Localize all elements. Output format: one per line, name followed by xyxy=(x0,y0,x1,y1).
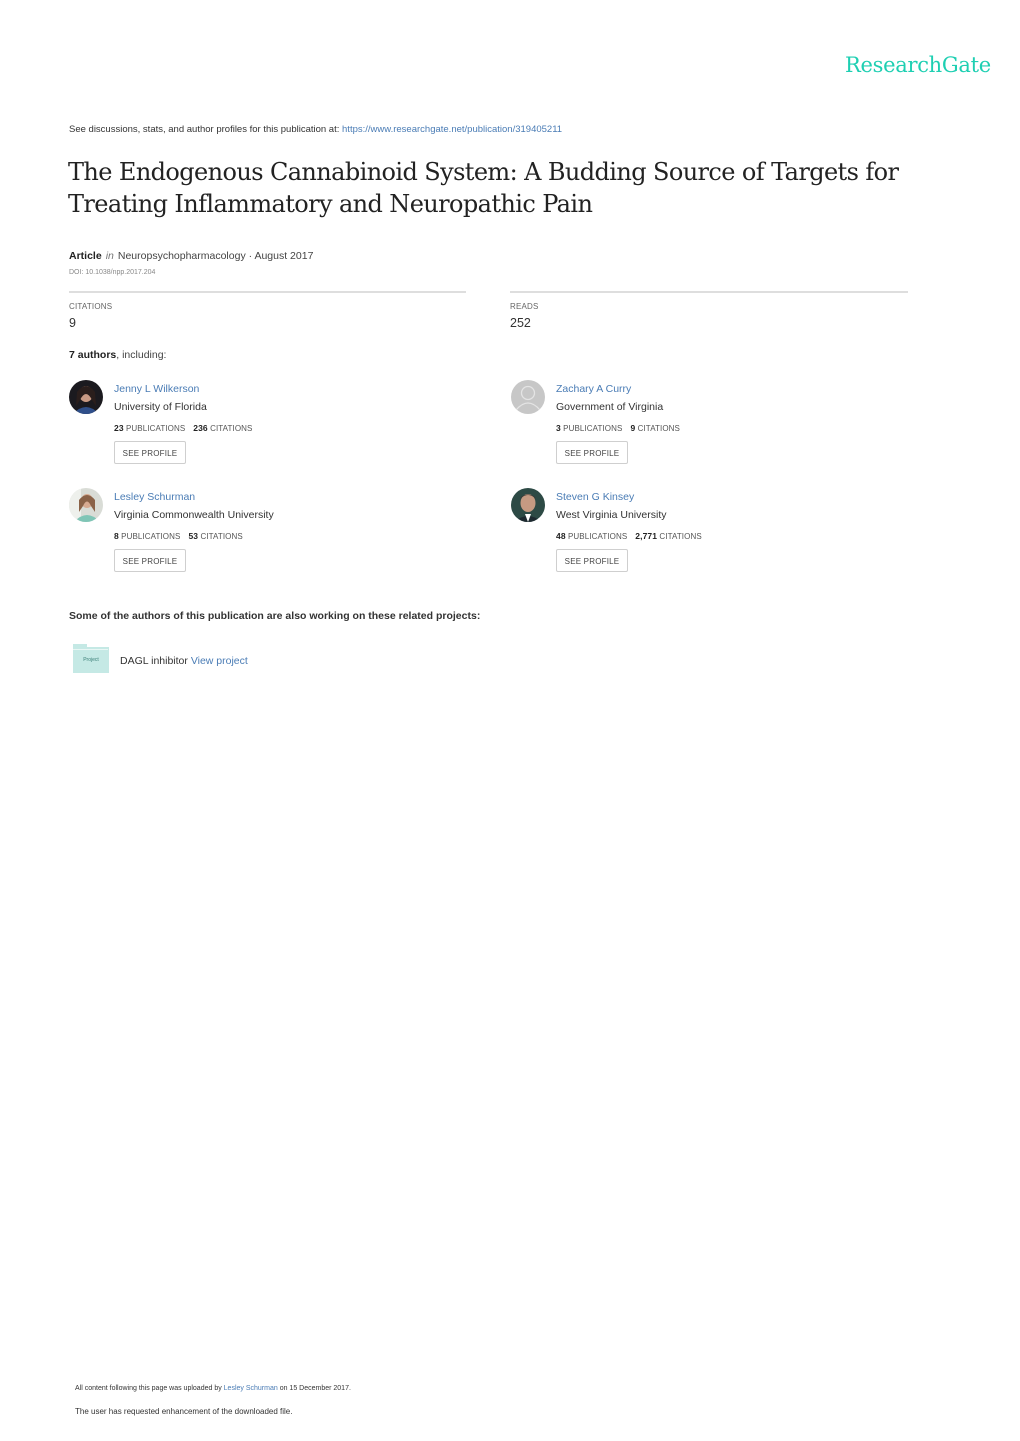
researchgate-logo[interactable]: ResearchGate xyxy=(845,53,991,77)
publication-meta: Article in Neuropsychopharmacology · Augus… xyxy=(69,250,313,262)
project-item: DAGL inhibitor View project xyxy=(120,655,248,667)
citations-value: 9 xyxy=(69,316,76,330)
reads-label: READS xyxy=(510,302,539,311)
publications-label: PUBLICATIONS xyxy=(125,424,186,433)
discussion-text: See discussions, stats, and author profi… xyxy=(69,124,343,135)
author-stats: 23 PUBLICATIONS 236 CITATIONS xyxy=(114,423,252,433)
publications-count: 48 xyxy=(556,531,566,541)
author-name-link[interactable]: Steven G Kinsey xyxy=(556,491,634,503)
citations-label: CITATIONS xyxy=(69,302,113,311)
authors-heading: 7 authors, including: xyxy=(69,349,166,361)
authors-count: 7 authors xyxy=(69,349,117,361)
author-name-link[interactable]: Lesley Schurman xyxy=(114,491,195,503)
see-profile-button[interactable]: SEE PROFILE xyxy=(556,549,628,572)
in-label: in xyxy=(105,250,114,262)
author-card: Steven G Kinsey West Virginia University… xyxy=(511,488,911,588)
citations-count: 9 xyxy=(630,423,636,433)
publications-count: 8 xyxy=(114,531,119,541)
folder-tab xyxy=(73,644,87,647)
author-name-link[interactable]: Zachary A Curry xyxy=(556,383,631,395)
citations-label: CITATIONS xyxy=(200,532,243,541)
author-stats: 48 PUBLICATIONS 2,771 CITATIONS xyxy=(556,531,702,541)
reads-divider xyxy=(510,291,908,293)
enhancement-note: The user has requested enhancement of th… xyxy=(75,1407,293,1416)
publication-url-link[interactable]: https://www.researchgate.net/publication… xyxy=(342,124,562,135)
project-name: DAGL inhibitor xyxy=(120,655,191,667)
discussion-notice: See discussions, stats, and author profi… xyxy=(69,124,562,135)
author-card: Zachary A Curry Government of Virginia 3… xyxy=(511,380,911,480)
publications-label: PUBLICATIONS xyxy=(563,424,623,433)
project-folder-icon[interactable]: Project xyxy=(73,644,109,673)
upload-suffix: on 15 December 2017. xyxy=(277,1385,351,1392)
publications-label: PUBLICATIONS xyxy=(121,532,181,541)
upload-notice: All content following this page was uplo… xyxy=(75,1385,351,1392)
journal-date: Neuropsychopharmacology · August 2017 xyxy=(117,250,314,262)
doi: DOI: 10.1038/npp.2017.204 xyxy=(69,269,156,276)
citations-count: 236 xyxy=(193,423,208,433)
avatar[interactable] xyxy=(511,488,545,522)
avatar[interactable] xyxy=(69,380,103,414)
citations-count: 53 xyxy=(188,531,199,541)
citations-divider xyxy=(69,291,466,293)
uploader-link[interactable]: Lesley Schurman xyxy=(224,1385,278,1392)
author-card: Jenny L Wilkerson University of Florida … xyxy=(69,380,469,480)
publication-type: Article xyxy=(69,250,102,262)
view-project-link[interactable]: View project xyxy=(191,655,248,667)
see-profile-button[interactable]: SEE PROFILE xyxy=(114,441,186,464)
author-stats: 3 PUBLICATIONS 9 CITATIONS xyxy=(556,423,680,433)
default-avatar-icon[interactable] xyxy=(511,380,545,414)
related-projects-heading: Some of the authors of this publication … xyxy=(69,610,481,622)
citations-label: CITATIONS xyxy=(210,424,253,433)
publications-count: 23 xyxy=(114,423,124,433)
citations-count: 2,771 xyxy=(635,531,658,541)
authors-suffix: , including: xyxy=(116,349,167,361)
upload-prefix: All content following this page was uplo… xyxy=(75,1385,224,1392)
author-institution: West Virginia University xyxy=(556,509,667,521)
citations-label: CITATIONS xyxy=(637,424,680,433)
avatar[interactable] xyxy=(69,488,103,522)
author-card: Lesley Schurman Virginia Commonwealth Un… xyxy=(69,488,469,588)
author-institution: Government of Virginia xyxy=(556,401,664,413)
publications-count: 3 xyxy=(556,423,561,433)
publications-label: PUBLICATIONS xyxy=(567,532,628,541)
citations-label: CITATIONS xyxy=(659,532,702,541)
see-profile-button[interactable]: SEE PROFILE xyxy=(556,441,628,464)
author-institution: Virginia Commonwealth University xyxy=(114,509,274,521)
reads-value: 252 xyxy=(510,316,531,330)
see-profile-button[interactable]: SEE PROFILE xyxy=(114,549,186,572)
project-icon-label: Project xyxy=(83,657,99,663)
author-name-link[interactable]: Jenny L Wilkerson xyxy=(114,383,199,395)
folder-stripe xyxy=(73,649,108,650)
author-stats: 8 PUBLICATIONS 53 CITATIONS xyxy=(114,531,243,541)
publication-title: The Endogenous Cannabinoid System: A Bud… xyxy=(68,158,899,218)
author-institution: University of Florida xyxy=(114,401,207,413)
